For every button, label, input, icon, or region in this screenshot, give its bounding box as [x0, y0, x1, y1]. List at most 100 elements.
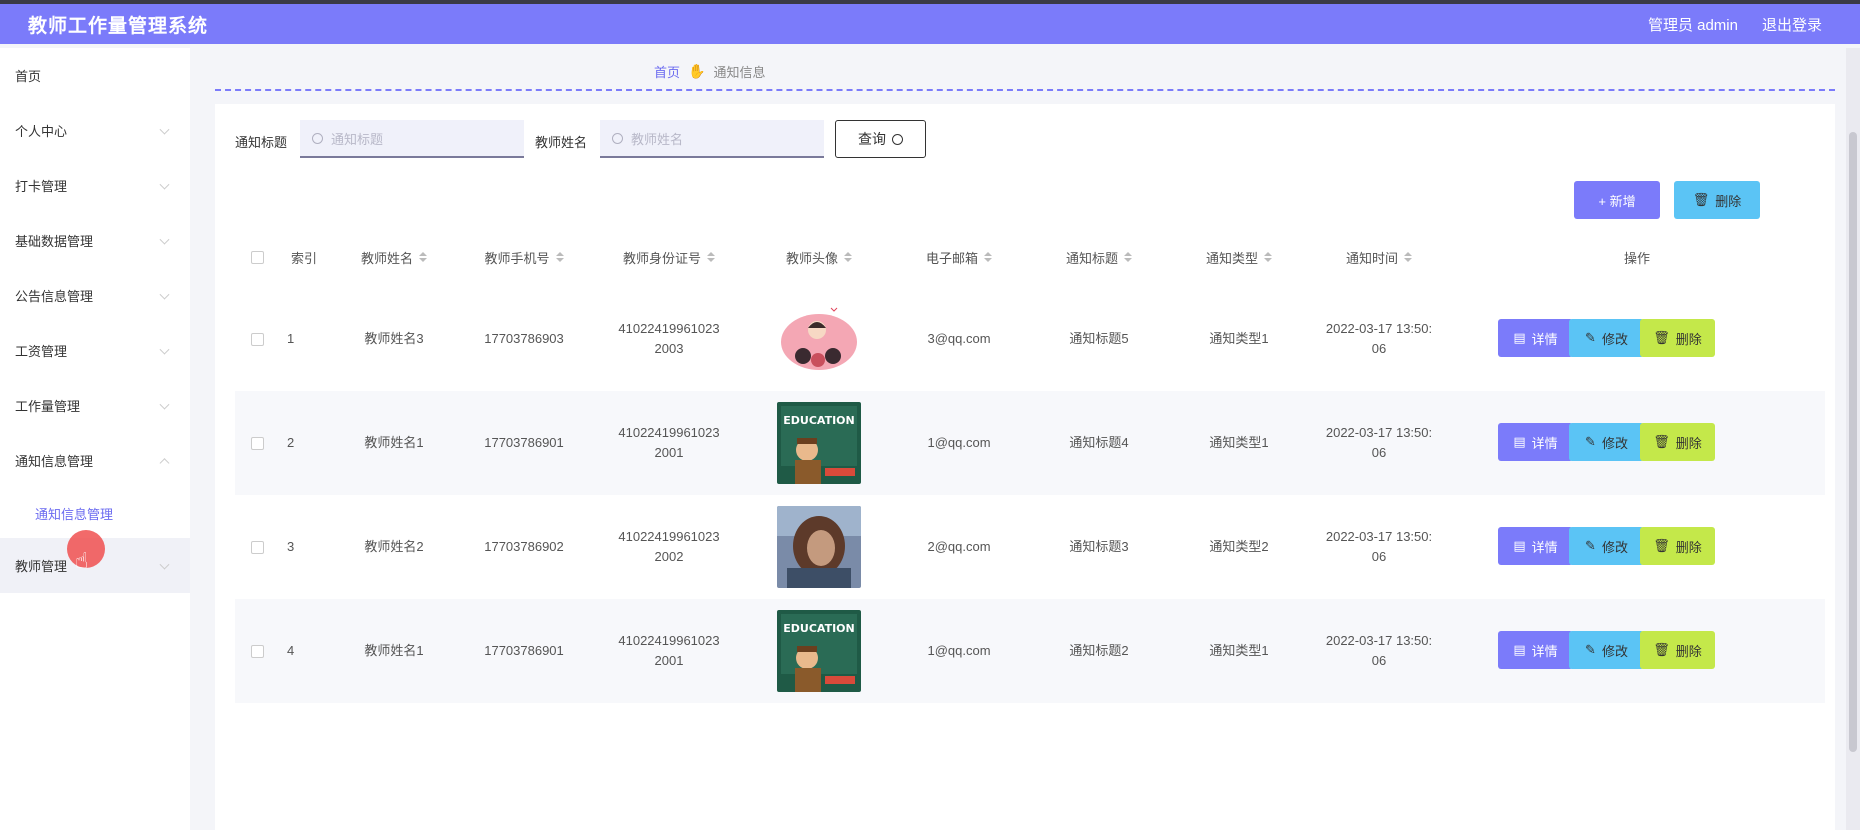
delete-label: 删除: [1675, 539, 1702, 555]
delete-button[interactable]: 🗑 删除: [1640, 423, 1715, 461]
time-part: 2022-03-17 13:50:: [1325, 425, 1433, 440]
pencil-icon: ✎: [1585, 642, 1596, 657]
select-all-checkbox[interactable]: [250, 250, 264, 264]
view-label: 详情: [1531, 643, 1558, 659]
delete-button[interactable]: 🗑 删除: [1640, 631, 1715, 669]
header-avatar[interactable]: 教师头像: [749, 227, 889, 287]
cell-time-container: 2022-03-17 13:50: 06: [1309, 391, 1449, 495]
id-number-part: 2001: [654, 445, 684, 460]
sort-icon[interactable]: [1124, 252, 1132, 262]
sidebar-subitem-notifications[interactable]: 通知信息管理: [0, 488, 190, 538]
cell-title-container: 通知标题4: [1029, 391, 1169, 495]
trash-icon: 🗑: [1653, 642, 1670, 657]
sidebar-item-personal[interactable]: 个人中心: [0, 103, 190, 158]
id-number-part: 2002: [654, 549, 684, 564]
header-type[interactable]: 通知类型: [1169, 227, 1309, 287]
row-checkbox[interactable]: [250, 332, 264, 346]
add-button[interactable]: + 新增: [1574, 181, 1660, 219]
cell-id-container: 41022419961023 2001: [589, 599, 749, 703]
cell-email: 1@qq.com: [927, 435, 991, 450]
sidebar-item-salary[interactable]: 工资管理: [0, 323, 190, 378]
user-label[interactable]: 管理员 admin: [1648, 14, 1738, 35]
cell-index-container: 1: [279, 287, 329, 391]
trash-icon: 🗑: [1653, 434, 1670, 449]
view-button[interactable]: ▤ 详情: [1498, 423, 1573, 461]
view-button[interactable]: ▤ 详情: [1498, 527, 1573, 565]
sidebar-item-announcements[interactable]: 公告信息管理: [0, 268, 190, 323]
chevron-down-icon: [159, 559, 170, 570]
view-button[interactable]: ▤ 详情: [1498, 631, 1573, 669]
sort-icon[interactable]: [707, 252, 715, 262]
header-phone[interactable]: 教师手机号: [459, 227, 589, 287]
cell-time-container: 2022-03-17 13:50: 06: [1309, 287, 1449, 391]
trash-icon: 🗑: [1692, 192, 1710, 207]
divider: [215, 89, 1835, 91]
chevron-down-icon: [159, 344, 170, 355]
row-checkbox[interactable]: [250, 436, 264, 450]
name-search-input[interactable]: 教师姓名: [600, 120, 824, 158]
edit-button[interactable]: ✎ 修改: [1569, 527, 1644, 565]
chevron-down-icon: [159, 124, 170, 135]
search-icon: [892, 133, 903, 145]
search-icon: [312, 132, 323, 144]
sidebar-item-notifications[interactable]: 通知信息管理: [0, 433, 190, 488]
time-part: 06: [1371, 341, 1387, 356]
sidebar-item-basic-data[interactable]: 基础数据管理: [0, 213, 190, 268]
edit-label: 修改: [1601, 643, 1628, 659]
breadcrumb-home[interactable]: 首页: [654, 62, 680, 81]
sort-icon[interactable]: [419, 252, 427, 262]
cell-index: 2: [287, 435, 295, 450]
sort-icon[interactable]: [984, 252, 992, 262]
sort-icon[interactable]: [555, 252, 564, 262]
batch-delete-button[interactable]: 🗑 删除: [1674, 181, 1760, 219]
cell-index-container: 3: [279, 495, 329, 599]
sidebar-item-home[interactable]: 首页: [0, 48, 190, 103]
table-row: 1 教师姓名3 17703786903 41022419961023 2003 3@qq.…: [235, 287, 1825, 391]
cell-name-container: 教师姓名2: [329, 495, 459, 599]
header-label: 教师手机号: [484, 250, 550, 266]
sidebar: 首页 个人中心 打卡管理 基础数据管理 公告信息管理 工资管理 工作量管理 通知…: [0, 48, 190, 830]
time-part: 2022-03-17 13:50:: [1325, 633, 1433, 648]
cell-phone: 17703786902: [484, 539, 564, 554]
header-title[interactable]: 通知标题: [1029, 227, 1169, 287]
cell-name-container: 教师姓名3: [329, 287, 459, 391]
cell-phone-container: 17703786901: [459, 599, 589, 703]
edit-button[interactable]: ✎ 修改: [1569, 319, 1644, 357]
breadcrumb: 首页 ✋ 通知信息: [654, 62, 765, 81]
title-search-input[interactable]: 通知标题: [300, 120, 524, 158]
header-label: 通知标题: [1065, 250, 1118, 266]
delete-button[interactable]: 🗑 删除: [1640, 319, 1715, 357]
view-button[interactable]: ▤ 详情: [1498, 319, 1573, 357]
scrollbar[interactable]: [1846, 48, 1860, 830]
header-email[interactable]: 电子邮箱: [889, 227, 1029, 287]
header-id-number[interactable]: 教师身份证号: [589, 227, 749, 287]
cell-phone-container: 17703786901: [459, 391, 589, 495]
teacher-avatar: [777, 506, 861, 588]
header-time[interactable]: 通知时间: [1309, 227, 1449, 287]
sidebar-item-label: 打卡管理: [15, 179, 68, 194]
cell-title: 通知标题2: [1069, 643, 1129, 658]
sidebar-item-label: 通知信息管理: [15, 454, 94, 469]
query-button[interactable]: 查询: [835, 120, 926, 158]
header-label: 教师姓名: [360, 250, 413, 266]
cell-index-container: 4: [279, 599, 329, 703]
cell-type: 通知类型1: [1209, 331, 1269, 346]
header-name[interactable]: 教师姓名: [329, 227, 459, 287]
cell-title: 通知标题5: [1069, 331, 1129, 346]
title-search-placeholder: 通知标题: [331, 131, 384, 147]
edit-button[interactable]: ✎ 修改: [1569, 631, 1644, 669]
sort-icon[interactable]: [1264, 252, 1272, 262]
sort-icon[interactable]: [844, 252, 852, 262]
edit-button[interactable]: ✎ 修改: [1569, 423, 1644, 461]
scrollbar-thumb[interactable]: [1849, 132, 1857, 752]
row-checkbox[interactable]: [250, 540, 264, 554]
sort-icon[interactable]: [1404, 252, 1412, 262]
sidebar-item-label: 教师管理: [15, 559, 68, 574]
delete-button[interactable]: 🗑 删除: [1640, 527, 1715, 565]
sidebar-item-workload[interactable]: 工作量管理: [0, 378, 190, 433]
time-part: 2022-03-17 13:50:: [1325, 321, 1433, 336]
edit-label: 修改: [1601, 539, 1628, 555]
sidebar-item-checkin[interactable]: 打卡管理: [0, 158, 190, 213]
logout-link[interactable]: 退出登录: [1762, 14, 1822, 35]
row-checkbox[interactable]: [250, 644, 264, 658]
